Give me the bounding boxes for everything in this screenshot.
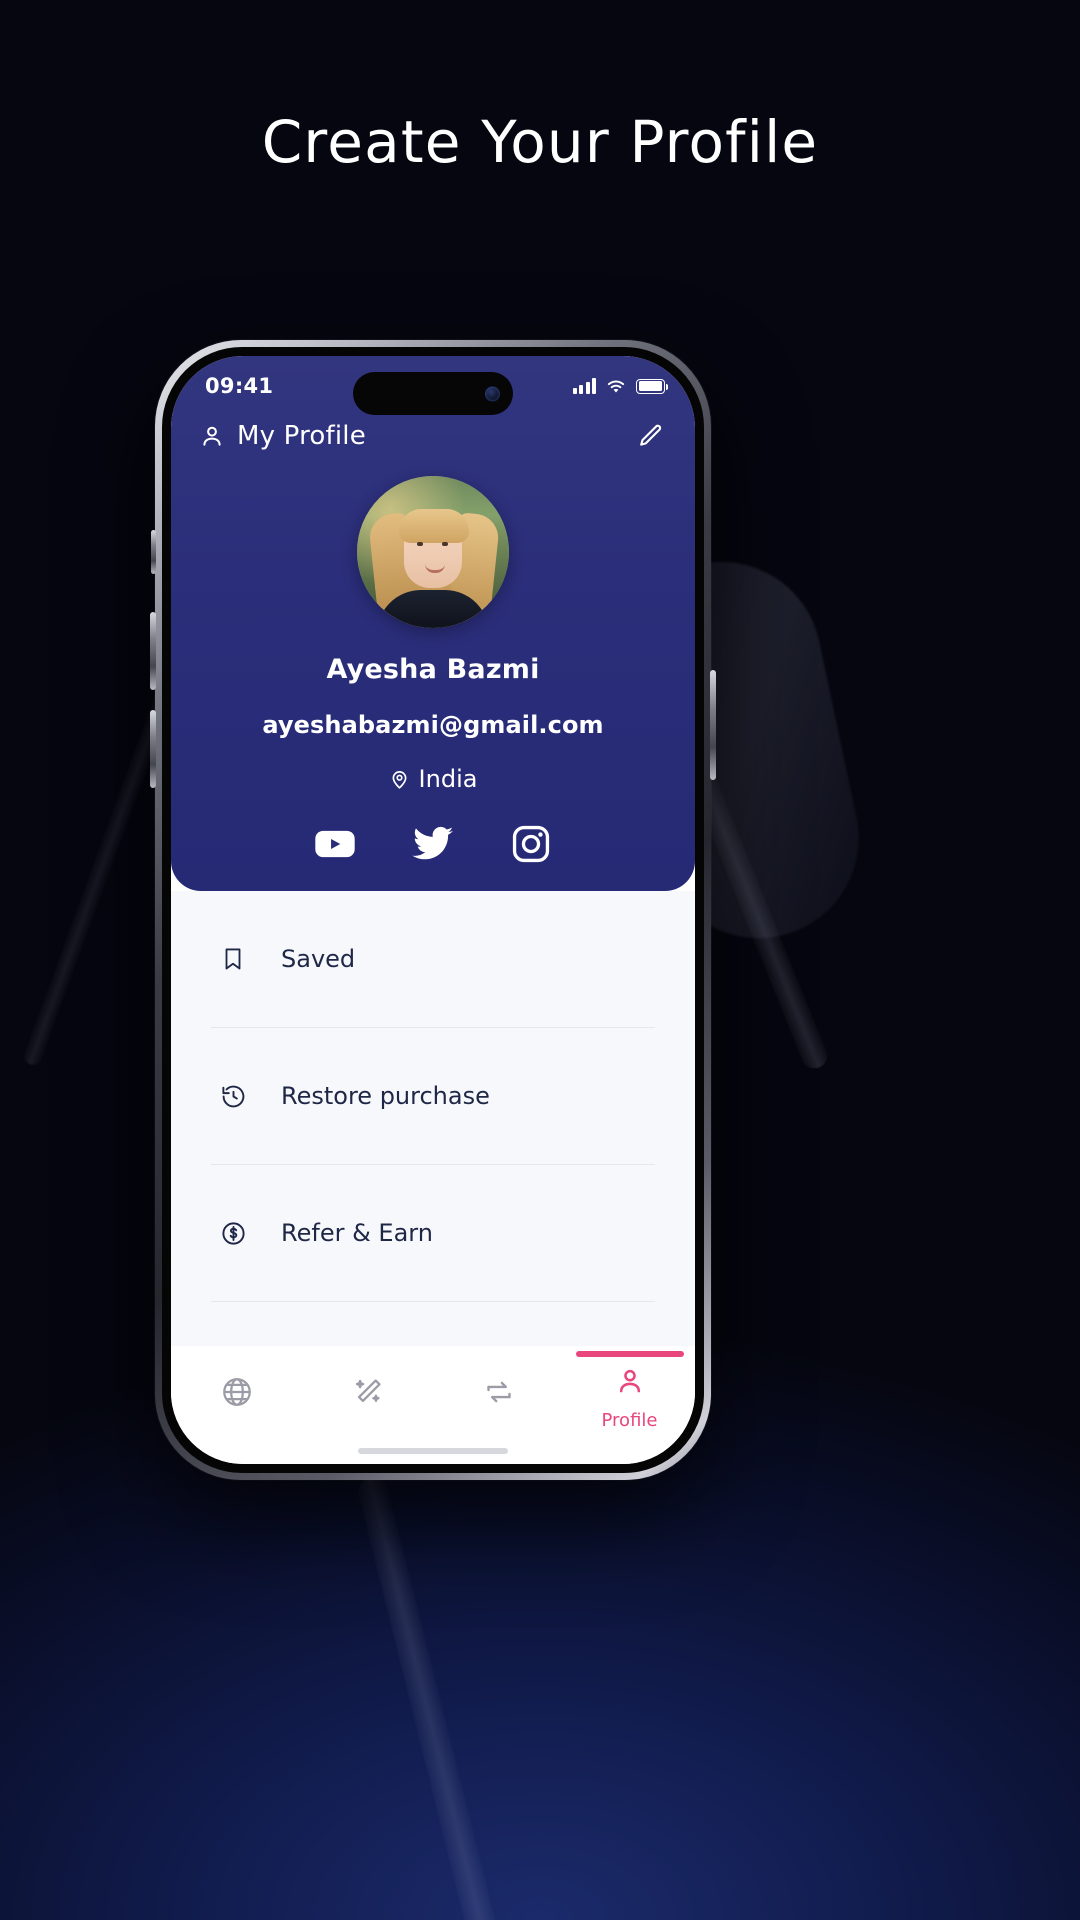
bookmark-icon — [211, 946, 255, 972]
front-camera-icon — [485, 386, 500, 401]
menu-item-label: Refer & Earn — [281, 1219, 433, 1247]
home-indicator — [358, 1448, 508, 1454]
menu-item-saved[interactable]: Saved — [211, 891, 655, 1028]
person-icon — [199, 423, 225, 449]
menu-item-restore-purchase[interactable]: Restore purchase — [211, 1028, 655, 1165]
map-pin-icon — [392, 770, 407, 789]
tab-explore[interactable] — [171, 1375, 302, 1422]
social-links — [171, 823, 695, 865]
profile-location: India — [171, 765, 695, 793]
profile-menu-list: Saved Restore purchase Refer & Earn — [171, 891, 695, 1346]
avatar[interactable] — [357, 476, 509, 628]
avatar-fringe — [399, 509, 469, 543]
history-restore-icon — [211, 1083, 255, 1110]
avatar-eye-right — [442, 542, 448, 546]
menu-item-label: Restore purchase — [281, 1082, 490, 1110]
repeat-swap-icon — [482, 1375, 516, 1414]
cellular-signal-icon — [572, 378, 596, 394]
profile-email: ayeshabazmi@gmail.com — [262, 711, 604, 739]
profile-location-label: India — [418, 765, 478, 793]
top-nav: My Profile — [171, 408, 695, 458]
battery-icon — [636, 378, 669, 394]
menu-item-refer-earn[interactable]: Refer & Earn — [211, 1165, 655, 1302]
pencil-edit-icon[interactable] — [637, 422, 665, 450]
poster-stage: Create Your Profile 09:41 My Profile Aye… — [0, 0, 1080, 1920]
youtube-icon[interactable] — [314, 823, 356, 865]
twitter-icon[interactable] — [412, 823, 454, 865]
bottom-tab-bar: Profile — [171, 1346, 695, 1464]
page-title: Create Your Profile — [261, 108, 819, 176]
mute-switch[interactable] — [151, 530, 156, 574]
dynamic-island — [353, 372, 513, 415]
magic-wand-icon — [351, 1375, 385, 1414]
tab-label: Profile — [601, 1410, 658, 1431]
volume-up-button[interactable] — [150, 612, 156, 690]
globe-icon — [220, 1375, 254, 1414]
phone-mockup: 09:41 My Profile Ayesha Bazmi ayeshabazm… — [150, 340, 716, 1480]
instagram-icon[interactable] — [510, 823, 552, 865]
avatar-eye-left — [417, 542, 423, 546]
dollar-circle-icon — [211, 1220, 255, 1247]
tab-create[interactable] — [302, 1375, 433, 1422]
profile-header: 09:41 My Profile Ayesha Bazmi ayeshabazm… — [171, 356, 695, 891]
active-tab-indicator — [575, 1351, 684, 1357]
phone-bezel: 09:41 My Profile Ayesha Bazmi ayeshabazm… — [162, 347, 704, 1473]
profile-name: Ayesha Bazmi — [326, 654, 540, 685]
power-button[interactable] — [710, 670, 716, 780]
tab-profile[interactable]: Profile — [564, 1351, 695, 1431]
person-icon — [614, 1365, 646, 1402]
phone-screen: 09:41 My Profile Ayesha Bazmi ayeshabazm… — [171, 356, 695, 1464]
volume-down-button[interactable] — [150, 710, 156, 788]
menu-item-label: Saved — [281, 945, 356, 973]
status-time: 09:41 — [205, 374, 274, 398]
screen-title: My Profile — [237, 421, 366, 451]
status-icons — [572, 378, 669, 395]
tab-swap[interactable] — [433, 1375, 564, 1422]
wifi-icon — [607, 380, 625, 393]
menu-item-log-out[interactable]: Log out — [211, 1302, 655, 1346]
background-rail-bottom — [355, 1474, 515, 1920]
